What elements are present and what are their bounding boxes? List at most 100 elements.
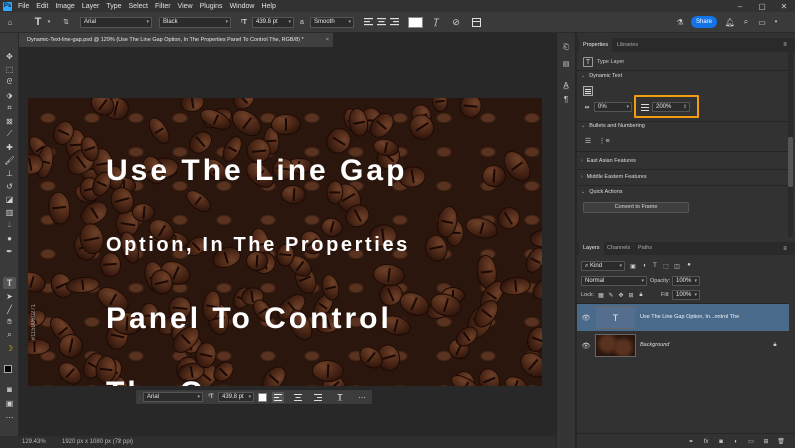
filter-toggle-icon[interactable]: ●	[685, 261, 693, 269]
adjustment-layer-icon[interactable]: ◐	[731, 437, 741, 446]
tab-layers[interactable]: Layers	[579, 242, 604, 255]
eraser-tool-icon[interactable]: ◪	[3, 193, 16, 205]
path-select-tool-icon[interactable]: ➤	[3, 290, 16, 302]
numbered-list-icon[interactable]: ⋮≡	[598, 136, 609, 145]
menu-help[interactable]: Help	[261, 3, 275, 10]
convert-to-frame-button[interactable]: Convert to Frame	[583, 202, 689, 213]
menu-image[interactable]: Image	[55, 3, 74, 10]
fx-icon[interactable]: fx	[701, 437, 711, 446]
tracking-field[interactable]: 0% ▾	[594, 102, 632, 112]
flask-icon[interactable]: ⚗	[674, 16, 686, 28]
link-layers-icon[interactable]: ⚭	[686, 437, 696, 446]
move-tool-icon[interactable]: ✥	[3, 50, 16, 62]
close-window-icon[interactable]: ✕	[773, 0, 795, 12]
new-layer-icon[interactable]: ⊞	[761, 437, 771, 446]
hand-tool-icon[interactable]: ✋︎	[3, 316, 16, 328]
font-family-select[interactable]: Arial ▾	[80, 17, 152, 28]
filter-type-icon[interactable]: T	[651, 262, 659, 270]
new-group-icon[interactable]: ▭	[746, 437, 756, 446]
lock-position-icon[interactable]: ✥	[617, 291, 625, 299]
document-canvas[interactable]: Use The Line Gap Option, In The Properti…	[28, 98, 542, 386]
panel-menu-icon[interactable]: ≡	[781, 245, 789, 253]
chevron-down-icon[interactable]: ▾	[772, 16, 780, 28]
layer-name[interactable]: Use The Line Gap Option, In...ontrol The	[640, 314, 739, 320]
menu-layer[interactable]: Layer	[82, 3, 100, 10]
layer-filter-kind[interactable]: ⌕ Kind ▾	[581, 261, 625, 271]
menu-type[interactable]: Type	[106, 3, 121, 10]
lasso-tool-icon[interactable]: ᘓ	[3, 76, 16, 88]
search-icon[interactable]: ⌕	[740, 16, 752, 28]
document-tab[interactable]: Dynamic-Text-line-gap.psd @ 129% (Use Th…	[19, 33, 333, 47]
font-size-field[interactable]: 439.8 pt ▾	[252, 17, 294, 28]
drag-handle-icon[interactable]: ⋮	[137, 393, 142, 402]
menu-window[interactable]: Window	[230, 3, 255, 10]
edit-toolbar-icon[interactable]: ⋯	[3, 411, 16, 423]
tab-channels[interactable]: Channels	[603, 242, 634, 255]
properties-scrollbar[interactable]	[788, 47, 793, 237]
ctx-align-left-icon[interactable]	[272, 392, 284, 403]
stamp-tool-icon[interactable]: ⊥	[3, 167, 16, 179]
quick-mask-icon[interactable]: ◙	[3, 383, 16, 395]
foreground-color-swatch[interactable]	[4, 365, 12, 373]
filter-smart-object-icon[interactable]: ◫	[673, 262, 681, 270]
menu-select[interactable]: Select	[129, 3, 148, 10]
add-mask-icon[interactable]: ◙	[716, 437, 726, 446]
gradient-tool-icon[interactable]: ▥	[3, 206, 16, 218]
section-east-asian[interactable]: › East Asian Features	[581, 158, 636, 164]
panels-icon[interactable]	[470, 16, 482, 28]
ctx-type-options-icon[interactable]: T̲	[334, 392, 346, 403]
section-bullets-numbering[interactable]: ⌄ Bullets and Numbering	[581, 123, 645, 129]
status-arrow-icon[interactable]: ›	[118, 438, 120, 444]
blend-mode-select[interactable]: Normal ▾	[581, 276, 647, 286]
lock-transparent-icon[interactable]: ▦	[597, 291, 605, 299]
filter-adjustment-icon[interactable]: ◑	[640, 262, 648, 270]
more-options-icon[interactable]: ⋯	[356, 392, 368, 403]
close-tab-icon[interactable]: ×	[326, 33, 329, 47]
tab-libraries[interactable]: Libraries	[613, 38, 642, 52]
section-dynamic-text[interactable]: ⌄ Dynamic Text	[581, 73, 622, 79]
zoom-tool-icon[interactable]: ⌕	[3, 329, 16, 341]
lock-all-icon[interactable]: 🔒︎	[637, 291, 645, 299]
align-left-icon[interactable]	[362, 16, 374, 28]
history-panel-icon[interactable]: ⎗	[560, 43, 572, 53]
ctx-align-right-icon[interactable]	[312, 392, 324, 403]
eyedropper-tool-icon[interactable]: ⟋	[3, 128, 16, 140]
marquee-tool-icon[interactable]: ⬚	[3, 63, 16, 75]
opacity-field[interactable]: 100% ▾	[672, 276, 700, 286]
tab-properties[interactable]: Properties	[579, 38, 613, 52]
zoom-level[interactable]: 129.43%	[22, 439, 46, 445]
layer-row-text[interactable]: 👁︎ T Use The Line Gap Option, In...ontro…	[577, 304, 789, 331]
maximize-icon[interactable]: ▢	[751, 0, 773, 12]
menu-file[interactable]: File	[18, 3, 29, 10]
share-button[interactable]: Share	[691, 16, 717, 28]
comments-panel-icon[interactable]: ▤	[560, 59, 572, 69]
section-quick-actions[interactable]: ⌄ Quick Actions	[581, 189, 623, 195]
pen-tool-icon[interactable]: ✒	[3, 245, 16, 257]
brush-tool-icon[interactable]: 🖌︎	[3, 154, 16, 166]
align-right-icon[interactable]	[388, 16, 400, 28]
menu-edit[interactable]: Edit	[36, 3, 48, 10]
cancel-icon[interactable]: ⊘	[450, 16, 462, 28]
align-center-icon[interactable]	[375, 16, 387, 28]
ctx-font-family-select[interactable]: Arial ▾	[143, 392, 203, 402]
menu-plugins[interactable]: Plugins	[200, 3, 223, 10]
ctx-align-center-icon[interactable]	[292, 392, 304, 403]
ctx-font-size-field[interactable]: 439.8 pt ▾	[218, 392, 254, 402]
menu-filter[interactable]: Filter	[155, 3, 171, 10]
tab-paths[interactable]: Paths	[634, 242, 656, 255]
paragraph-panel-icon[interactable]: ¶	[560, 94, 572, 104]
line-tool-icon[interactable]: ╱	[3, 303, 16, 315]
screen-mode-icon[interactable]: ▣	[3, 397, 16, 409]
filter-pixel-icon[interactable]: ▣	[629, 262, 637, 270]
bullet-list-icon[interactable]: ☰	[583, 136, 593, 145]
type-tool-icon[interactable]: T	[3, 277, 16, 289]
section-middle-eastern[interactable]: › Middle Eastern Features	[581, 174, 647, 180]
visibility-eye-icon[interactable]: 👁︎	[581, 341, 591, 350]
workspace-icon[interactable]: ▭	[756, 16, 768, 28]
history-brush-tool-icon[interactable]: ↺	[3, 180, 16, 192]
filter-shape-icon[interactable]: ⬚	[662, 262, 670, 270]
minimize-icon[interactable]: –	[729, 0, 751, 12]
ctx-text-color-swatch[interactable]	[258, 393, 267, 402]
antialias-select[interactable]: Smooth ▾	[310, 17, 354, 28]
frame-tool-icon[interactable]: ⊠	[3, 115, 16, 127]
